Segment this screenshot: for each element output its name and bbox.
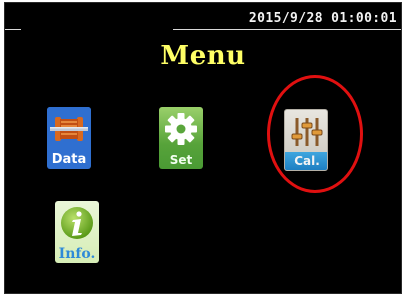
page-title: Menu — [160, 41, 246, 71]
menu-item-label: Info. — [58, 246, 96, 262]
set-tile-background: Set — [159, 107, 203, 169]
menu-item-label: Cal. — [294, 154, 320, 168]
menu-item-info[interactable]: Info. — [55, 201, 99, 263]
status-divider-left — [5, 29, 21, 30]
gear-icon — [165, 113, 197, 145]
sliders-icon — [291, 118, 323, 146]
data-tile-background: Data — [47, 107, 91, 169]
menu-item-label: Data — [51, 152, 87, 167]
status-divider-right — [173, 29, 401, 30]
menu-item-label: Set — [169, 153, 193, 167]
info-tile-background: Info. — [55, 201, 99, 263]
cal-tile-background: Cal. — [284, 109, 328, 171]
info-icon — [61, 207, 93, 239]
device-screen: 2015/9/28 01:00:01 Menu Data Set Cal. In… — [4, 2, 402, 294]
menu-item-cal[interactable]: Cal. — [284, 109, 328, 171]
data-spool-icon — [47, 107, 91, 151]
menu-item-data[interactable]: Data — [47, 107, 91, 169]
menu-item-set[interactable]: Set — [159, 107, 203, 169]
datetime-readout: 2015/9/28 01:00:01 — [248, 11, 397, 26]
